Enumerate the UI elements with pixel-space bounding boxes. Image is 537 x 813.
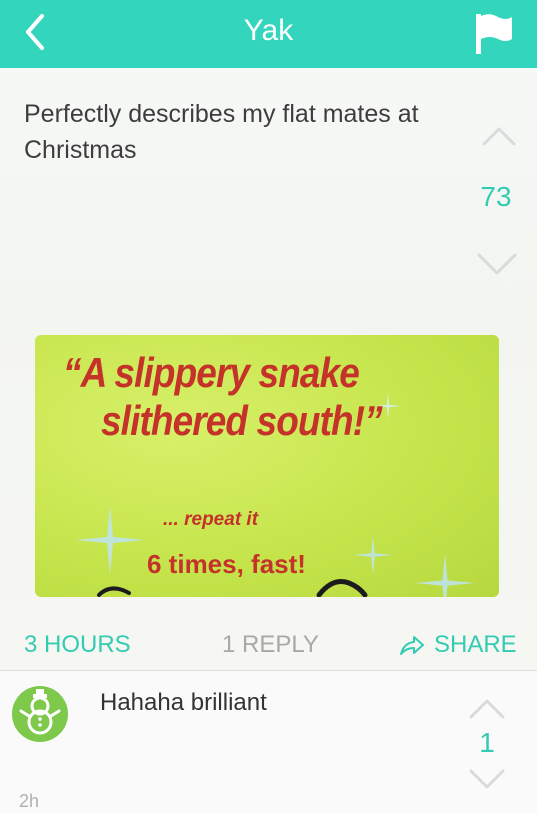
reply-item: Hahaha brilliant 1 2h (0, 671, 537, 813)
reply-downvote-button[interactable] (467, 767, 507, 796)
post-text: Perfectly describes my flat mates at Chr… (24, 100, 419, 164)
share-label: SHARE (434, 631, 517, 658)
vote-count: 73 (480, 181, 512, 212)
image-text-line-3: ... repeat it (163, 509, 259, 530)
upvote-button[interactable] (481, 125, 517, 152)
chevron-down-icon (477, 253, 517, 275)
sparkle-icon (415, 553, 475, 597)
reply-upvote-button[interactable] (467, 697, 507, 726)
avatar (12, 686, 68, 742)
share-button[interactable]: SHARE (398, 631, 517, 659)
share-icon (400, 636, 424, 655)
reply-time: 2h (19, 791, 40, 811)
reply-count-button[interactable]: 1 REPLY (222, 631, 319, 659)
post-image[interactable]: “A slippery snake slithered south!” ... … (35, 335, 499, 597)
sparkle-icon (353, 535, 393, 575)
chevron-down-icon (469, 769, 505, 789)
reply-text: Hahaha brilliant (100, 689, 267, 716)
image-text-line-2: slithered south!” (101, 397, 383, 444)
page-title: Yak (243, 14, 294, 47)
image-text-line-4: 6 times, fast! (147, 549, 306, 579)
downvote-button[interactable] (475, 251, 519, 282)
reply-vote-count: 1 (479, 727, 495, 758)
scribble-mark (316, 579, 368, 597)
snowman-icon (19, 689, 61, 735)
image-text-line-1: “A slippery snake (63, 349, 360, 396)
flag-icon (476, 14, 512, 54)
chevron-up-icon (469, 699, 505, 719)
post-time: 3 HOURS (24, 631, 131, 658)
yak-post: Perfectly describes my flat mates at Chr… (0, 68, 537, 671)
scribble-mark (97, 586, 131, 597)
sparkle-icon (75, 505, 145, 575)
top-bar: Yak (0, 0, 537, 68)
post-footer: 3 HOURS 1 REPLY SHARE (0, 631, 537, 661)
flag-button[interactable] (470, 8, 516, 56)
chevron-up-icon (482, 127, 516, 146)
